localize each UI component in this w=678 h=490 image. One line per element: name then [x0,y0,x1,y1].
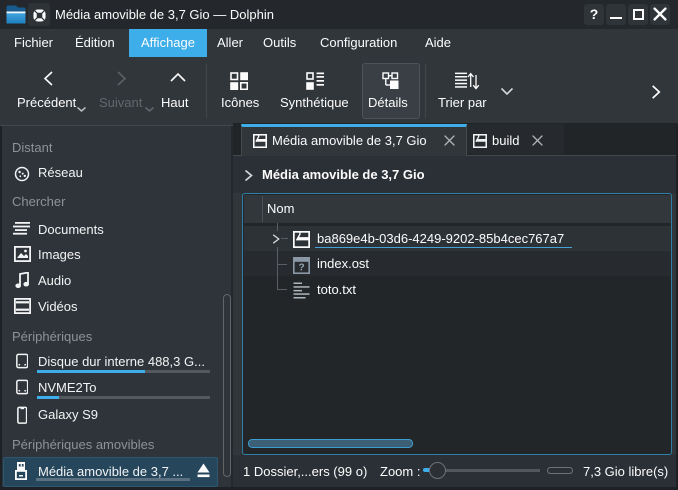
svg-text:?: ? [298,262,304,273]
